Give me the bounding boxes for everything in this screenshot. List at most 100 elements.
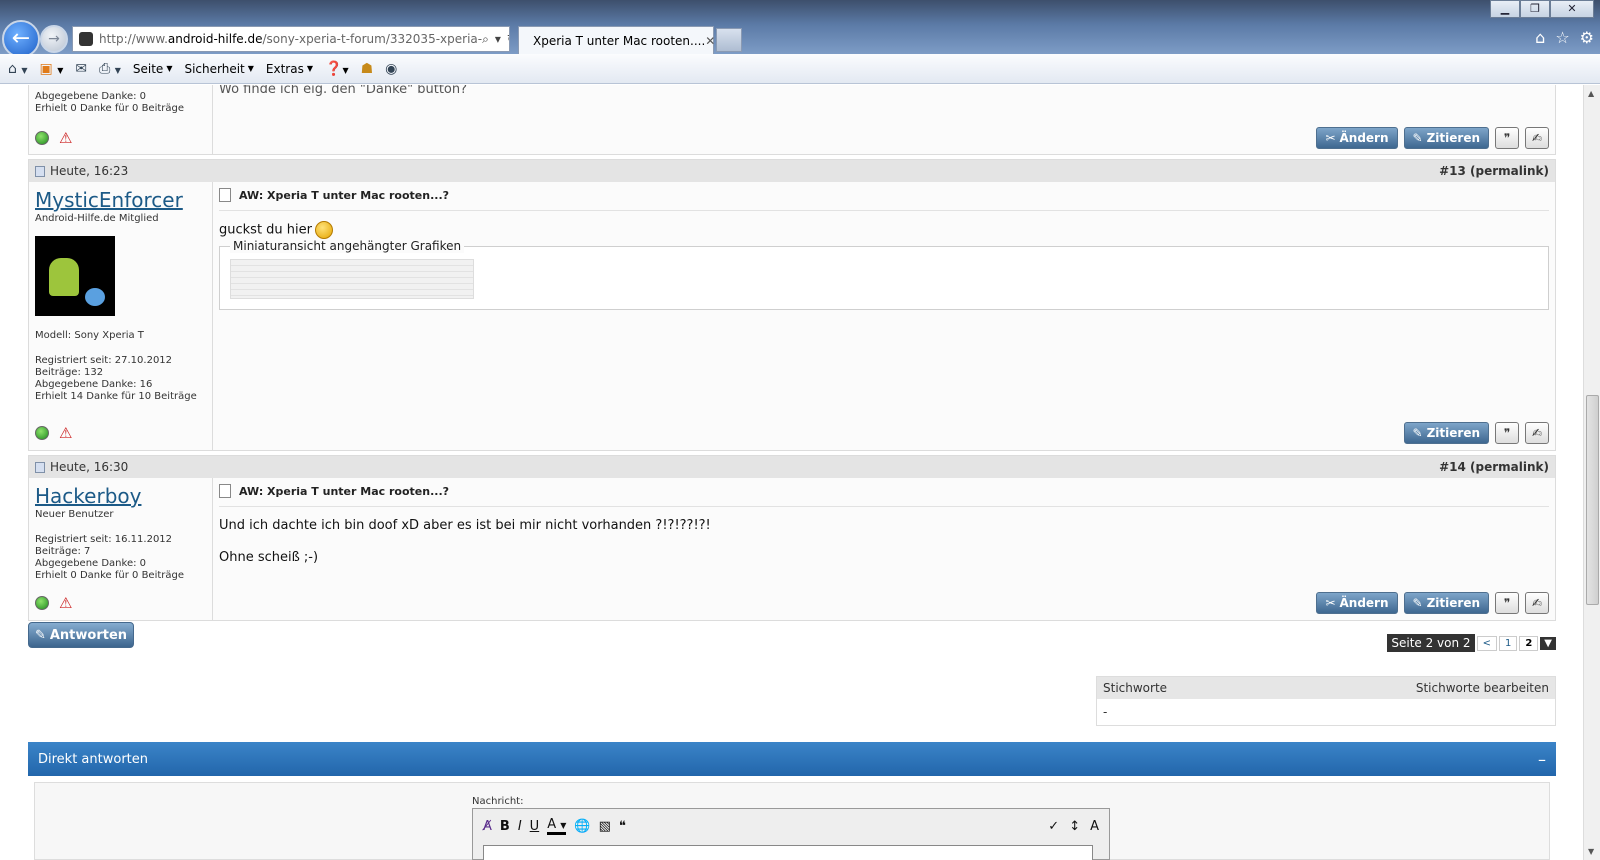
- direct-reply-header: Direkt antworten –: [28, 742, 1556, 776]
- spellcheck-icon[interactable]: ✓: [1048, 819, 1059, 834]
- mail-icon[interactable]: ✉: [75, 61, 87, 77]
- link-icon[interactable]: 🌐: [574, 819, 590, 834]
- scroll-up-icon[interactable]: ▲: [1588, 89, 1594, 98]
- edit-tags-link[interactable]: Stichworte bearbeiten: [1416, 681, 1549, 695]
- post-permalink[interactable]: #13 (permalink): [1439, 164, 1549, 178]
- quick-reply-icon[interactable]: ✍: [1525, 127, 1549, 149]
- rss-feed-icon[interactable]: ▣ ▼: [40, 61, 64, 77]
- reply-button[interactable]: ✎ Antworten: [28, 622, 134, 648]
- window-controls: ▁ ❐ ✕: [1490, 0, 1594, 18]
- menu-sicherheit[interactable]: Sicherheit ▼: [184, 62, 253, 76]
- page-prev-link[interactable]: <: [1476, 635, 1497, 651]
- post-doc-icon: [35, 165, 45, 177]
- tab-title: Xperia T unter Mac rooten....: [533, 33, 706, 48]
- username-link[interactable]: Hackerboy: [35, 484, 206, 508]
- back-button[interactable]: ←: [2, 20, 40, 58]
- research-icon[interactable]: ☗: [361, 61, 374, 77]
- collapse-icon[interactable]: –: [1538, 750, 1546, 769]
- attachment-box: Miniaturansicht angehängter Grafiken: [219, 238, 1549, 310]
- post-13: Heute, 16:23 #13 (permalink) MysticEnfor…: [28, 159, 1556, 451]
- edit-post-button[interactable]: ✂ Ändern: [1316, 592, 1398, 614]
- home-icon[interactable]: ⌂ ▼: [8, 61, 28, 77]
- favorites-star-icon[interactable]: ☆: [1555, 28, 1569, 47]
- tab-active[interactable]: Xperia T unter Mac rooten.... ✕: [518, 26, 715, 54]
- italic-button[interactable]: I: [518, 819, 522, 834]
- post-text-cut: Wo finde ich eig. den "Danke" button?: [219, 85, 468, 97]
- page-scrollbar[interactable]: ▲ ▼: [1583, 85, 1600, 860]
- font-color-button[interactable]: A ▼: [547, 817, 567, 835]
- resize-icon[interactable]: ↕: [1069, 819, 1080, 834]
- post-title-icon: [219, 188, 231, 202]
- tab-close-icon[interactable]: ✕: [705, 34, 715, 48]
- underline-button[interactable]: U: [530, 819, 540, 834]
- page-label: Seite 2 von 2: [1387, 634, 1475, 652]
- close-window-button[interactable]: ✕: [1550, 0, 1594, 18]
- page-jump-dropdown-icon[interactable]: ▼: [1540, 636, 1556, 650]
- minimize-window-button[interactable]: ▁: [1490, 0, 1520, 18]
- report-post-icon[interactable]: ⚠: [59, 424, 72, 442]
- quick-reply-icon[interactable]: ✍: [1525, 422, 1549, 444]
- attachment-thumbnail[interactable]: [230, 258, 474, 299]
- post-previous: Abgegebene Danke: 0 Erhielt 0 Danke für …: [28, 85, 1556, 155]
- remove-format-icon[interactable]: A̸: [483, 819, 492, 834]
- url-path: /sony-xperia-t-forum/332035-xperia-: [262, 32, 483, 46]
- scroll-down-icon[interactable]: ▼: [1588, 847, 1594, 856]
- scrollbar-thumb[interactable]: [1586, 395, 1599, 605]
- refresh-icon[interactable]: ↻: [507, 32, 509, 47]
- post-permalink[interactable]: #14 (permalink): [1439, 460, 1549, 474]
- user-stats: Registriert seit: 16.11.2012 Beiträge: 7…: [35, 534, 185, 581]
- online-status-icon: [35, 596, 49, 610]
- post-doc-icon: [35, 461, 45, 473]
- username-link[interactable]: MysticEnforcer: [35, 188, 206, 212]
- tags-header: Stichworte: [1103, 681, 1168, 695]
- quote-post-button[interactable]: ✎ Zitieren: [1403, 127, 1489, 149]
- post-header: Heute, 16:23 #13 (permalink): [29, 160, 1555, 182]
- new-tab-button[interactable]: [716, 28, 742, 52]
- help-icon[interactable]: ❓▼: [325, 61, 349, 77]
- message-label: Nachricht:: [472, 796, 524, 807]
- home-icon[interactable]: ⌂: [1535, 28, 1545, 47]
- post-text: Und ich dachte ich bin doof xD aber es i…: [219, 518, 711, 533]
- post-message: Wo finde ich eig. den "Danke" button? ✂ …: [213, 85, 1555, 155]
- quote-icon[interactable]: ❝: [619, 819, 626, 834]
- post-14: Heute, 16:30 #14 (permalink) Hackerboy N…: [28, 455, 1556, 621]
- restore-window-button[interactable]: ❐: [1520, 0, 1550, 18]
- browser-titlebar: ▁ ❐ ✕ ← → http://www. android-hilfe.de/so…: [0, 0, 1600, 58]
- multiquote-icon[interactable]: ❞: [1495, 127, 1519, 149]
- menu-extras[interactable]: Extras ▼: [266, 62, 313, 76]
- pagination: Seite 2 von 2 < 1 2 ▼: [1387, 634, 1556, 652]
- menu-seite[interactable]: Seite ▼: [133, 62, 173, 76]
- smiley-icon: [315, 221, 333, 239]
- user-title: Android-Hilfe.de Mitglied: [35, 213, 159, 224]
- attachment-label: Miniaturansicht angehängter Grafiken: [230, 238, 465, 253]
- message-textarea[interactable]: [483, 845, 1093, 860]
- dropdown-arrow-icon[interactable]: ▾: [495, 32, 501, 47]
- post-message: AW: Xperia T unter Mac rooten...? guckst…: [213, 182, 1555, 450]
- post-user-info: Hackerboy Neuer Benutzer Registriert sei…: [29, 478, 213, 620]
- search-icon[interactable]: ⌕: [482, 32, 489, 47]
- address-bar[interactable]: http://www. android-hilfe.de/sony-xperia-…: [72, 26, 510, 52]
- quote-post-button[interactable]: ✎ Zitieren: [1403, 422, 1489, 444]
- switch-editor-mode-icon[interactable]: A: [1090, 819, 1099, 834]
- url-prefix: http://www.: [99, 32, 168, 46]
- editor-toolbar: A̸ B I U A ▼ 🌐 ▧ ❝ ✓ ↕ A: [473, 809, 1109, 843]
- report-post-icon[interactable]: ⚠: [59, 594, 72, 612]
- quick-reply-icon[interactable]: ✍: [1525, 592, 1549, 614]
- bold-button[interactable]: B: [500, 819, 510, 834]
- url-domain: android-hilfe.de: [167, 32, 263, 46]
- multiquote-icon[interactable]: ❞: [1495, 592, 1519, 614]
- multiquote-icon[interactable]: ❞: [1495, 422, 1519, 444]
- quote-post-button[interactable]: ✎ Zitieren: [1403, 592, 1489, 614]
- page-1-link[interactable]: 1: [1498, 635, 1518, 651]
- print-icon[interactable]: ⎙ ▼: [99, 61, 121, 77]
- gear-icon[interactable]: ⚙: [1580, 28, 1594, 47]
- image-icon[interactable]: ▧: [599, 819, 611, 834]
- report-post-icon[interactable]: ⚠: [59, 129, 72, 147]
- forward-button[interactable]: →: [40, 25, 68, 53]
- eye-icon[interactable]: ◉: [385, 61, 397, 77]
- command-bar: ⌂ ▼ ▣ ▼ ✉ ⎙ ▼ Seite ▼ Sicherheit ▼ Extras ▼…: [0, 54, 1600, 84]
- edit-post-button[interactable]: ✂ Ändern: [1316, 127, 1398, 149]
- direct-reply-title: Direkt antworten: [38, 751, 149, 767]
- post-title: AW: Xperia T unter Mac rooten...?: [239, 484, 449, 498]
- avatar[interactable]: [35, 236, 115, 316]
